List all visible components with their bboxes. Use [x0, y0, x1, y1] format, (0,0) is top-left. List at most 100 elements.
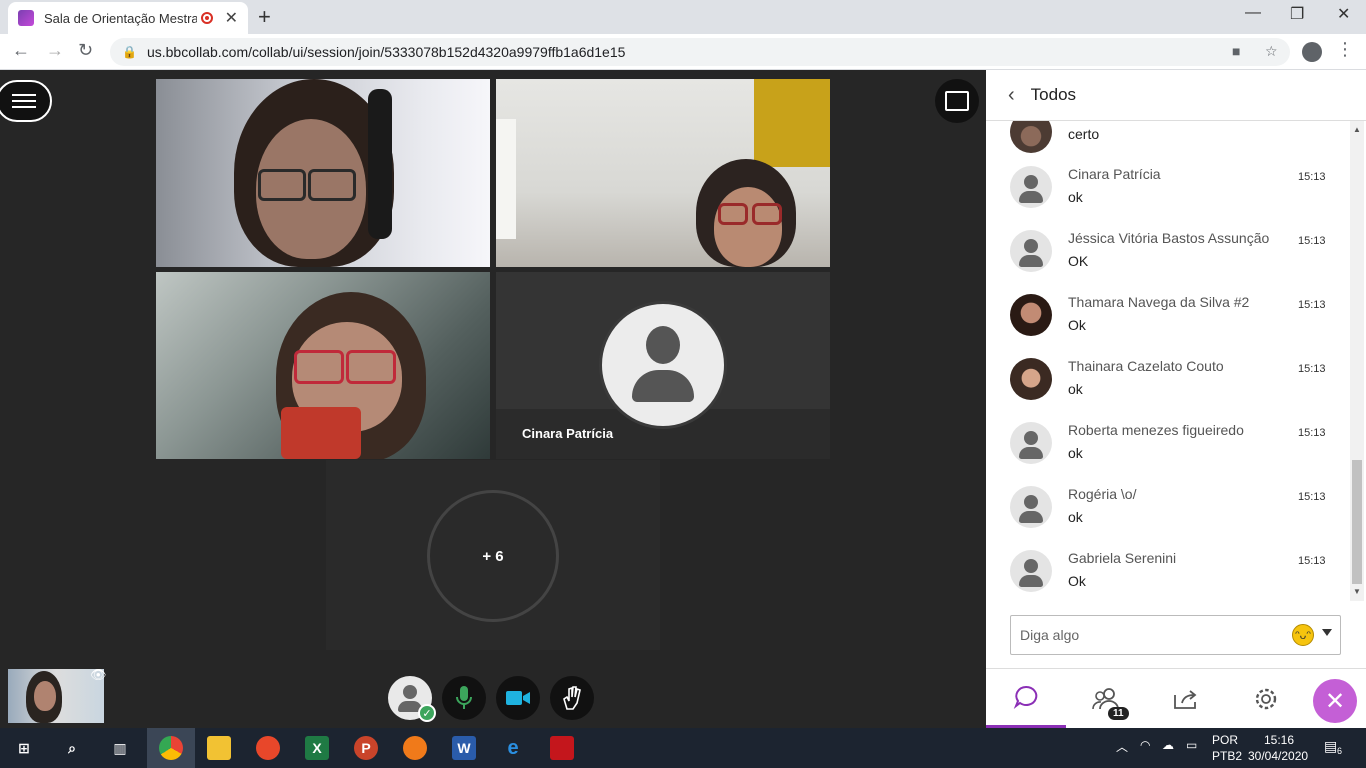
tray-chevron-icon[interactable]: ︿ [1116, 738, 1128, 755]
list-item: Cinara Patrícia 15:13 ok [1010, 166, 1330, 226]
close-window-icon[interactable]: ✕ [1337, 4, 1350, 24]
more-participants-tile[interactable]: + 6 [326, 460, 660, 650]
chat-scrollbar[interactable]: ▲ ▼ [1350, 121, 1364, 601]
emoji-dropdown-icon[interactable] [1322, 629, 1332, 636]
raise-hand-button[interactable] [550, 676, 594, 720]
chat-title: Todos [1030, 85, 1077, 104]
avatar [1010, 230, 1052, 272]
excel-icon[interactable]: X [305, 736, 329, 760]
new-tab-icon[interactable]: + [258, 4, 271, 30]
message-text: ok [1068, 381, 1083, 397]
emoji-icon[interactable]: ᵔᴗᵔ [1292, 624, 1314, 646]
back-chevron-icon[interactable]: ‹ [1008, 84, 1015, 107]
tab-settings[interactable] [1226, 669, 1306, 729]
powerpoint-icon[interactable]: P [354, 736, 378, 760]
chat-input[interactable]: Diga algo ᵔᴗᵔ [1010, 615, 1341, 655]
message-text: certo [1068, 126, 1100, 142]
forward-icon[interactable]: → [46, 40, 64, 61]
notification-center-icon[interactable]: ▤ [1324, 738, 1337, 755]
overflow-count: + 6 [427, 490, 559, 622]
profile-icon[interactable] [1302, 42, 1322, 62]
search-icon[interactable]: ⌕ [60, 736, 84, 760]
scroll-up-icon[interactable]: ▲ [1353, 125, 1361, 134]
message-text: ok [1068, 445, 1083, 461]
message-text: ok [1068, 189, 1083, 205]
app-icon[interactable] [256, 736, 280, 760]
message-time: 15:13 [1298, 427, 1326, 439]
hand-icon [563, 686, 581, 710]
microphone-icon [456, 686, 472, 709]
task-view-icon[interactable]: ▥ [108, 736, 132, 760]
language-top[interactable]: POR [1212, 733, 1238, 747]
back-icon[interactable]: ← [12, 40, 30, 61]
chat-bubble-icon [1013, 685, 1038, 709]
scroll-thumb[interactable] [1352, 460, 1362, 584]
eye-icon[interactable]: 👁 [90, 667, 107, 683]
gear-icon [1255, 688, 1277, 710]
message-list: certo Cinara Patrícia 15:13 ok Jéssica V… [986, 121, 1352, 601]
avatar [1010, 550, 1052, 592]
scroll-down-icon[interactable]: ▼ [1353, 587, 1361, 596]
close-tab-icon[interactable]: ✕ [225, 8, 238, 28]
file-explorer-icon[interactable] [207, 736, 231, 760]
tab-chat[interactable] [986, 669, 1066, 729]
close-panel-button[interactable]: ✕ [1313, 679, 1357, 723]
list-item: Rogéria \o/ 15:13 ok [1010, 486, 1330, 546]
list-item: Jéssica Vitória Bastos Assunção 15:13 OK [1010, 230, 1330, 290]
message-time: 15:13 [1298, 235, 1326, 247]
tab-participants[interactable]: 11 [1066, 669, 1146, 729]
chat-panel: ‹ Todos certo Cinara Patrícia 15:13 ok J… [986, 70, 1366, 729]
chat-input-placeholder: Diga algo [1020, 627, 1080, 643]
share-icon [1174, 690, 1197, 709]
message-sender: Jéssica Vitória Bastos Assunção [1068, 230, 1270, 246]
video-stage: Cinara Patrícia + 6 👁 ✓ [0, 70, 986, 728]
video-tile-3 [156, 272, 490, 459]
list-item: Gabriela Serenini 15:13 Ok [1010, 550, 1330, 601]
message-sender: Thamara Navega da Silva #2 [1068, 294, 1250, 310]
word-icon[interactable]: W [452, 736, 476, 760]
video-tile-1 [156, 79, 490, 267]
windows-start-icon[interactable]: ⊞ [12, 736, 36, 760]
message-sender: Gabriela Serenini [1068, 550, 1177, 566]
session-menu-button[interactable] [0, 80, 52, 122]
my-status-button[interactable]: ✓ [388, 676, 436, 722]
browser-tab[interactable]: Sala de Orientação Mestrado ✕ [8, 2, 248, 34]
message-text: Ok [1068, 573, 1086, 589]
bookmark-star-icon[interactable]: ☆ [1265, 43, 1278, 60]
check-icon: ✓ [418, 704, 436, 722]
address-bar: ← → ↻ 🔒 us.bbcollab.com/collab/ui/sessio… [0, 34, 1366, 70]
minimize-icon[interactable]: — [1245, 4, 1261, 22]
language-bottom[interactable]: PTB2 [1212, 749, 1242, 763]
list-item: Thamara Navega da Silva #2 15:13 Ok [1010, 294, 1330, 354]
message-text: ok [1068, 509, 1083, 525]
camera-button[interactable] [496, 676, 540, 720]
message-text: Ok [1068, 317, 1086, 333]
battery-icon[interactable]: ▭ [1186, 738, 1197, 752]
internet-explorer-icon[interactable]: e [501, 736, 525, 760]
firefox-icon[interactable] [403, 736, 427, 760]
participant-name: Cinara Patrícia [522, 426, 614, 441]
list-item: certo [1010, 121, 1330, 171]
layout-toggle-button[interactable] [935, 79, 979, 123]
message-time: 15:13 [1298, 555, 1326, 567]
avatar [1010, 422, 1052, 464]
browser-menu-icon[interactable]: ⋮ [1336, 39, 1354, 60]
clock-date[interactable]: 30/04/2020 [1248, 749, 1308, 763]
reload-icon[interactable]: ↻ [78, 40, 93, 61]
message-sender: Rogéria \o/ [1068, 486, 1137, 502]
camera-permission-icon[interactable]: ■ [1232, 43, 1240, 59]
chrome-icon[interactable] [159, 736, 183, 760]
restore-icon[interactable]: ❐ [1290, 4, 1304, 24]
tab-share-content[interactable] [1146, 669, 1226, 729]
chat-header: ‹ Todos [986, 70, 1366, 121]
clock-time[interactable]: 15:16 [1264, 733, 1294, 747]
acrobat-icon[interactable] [550, 736, 574, 760]
lock-icon: 🔒 [122, 45, 137, 59]
collaborate-favicon-icon [18, 10, 34, 26]
onedrive-icon[interactable]: ☁ [1162, 738, 1174, 752]
camera-icon [506, 691, 530, 705]
microphone-button[interactable] [442, 676, 486, 720]
network-icon[interactable]: ◠ [1140, 738, 1150, 752]
avatar [1010, 486, 1052, 528]
omnibox[interactable]: 🔒 us.bbcollab.com/collab/ui/session/join… [110, 38, 1290, 66]
